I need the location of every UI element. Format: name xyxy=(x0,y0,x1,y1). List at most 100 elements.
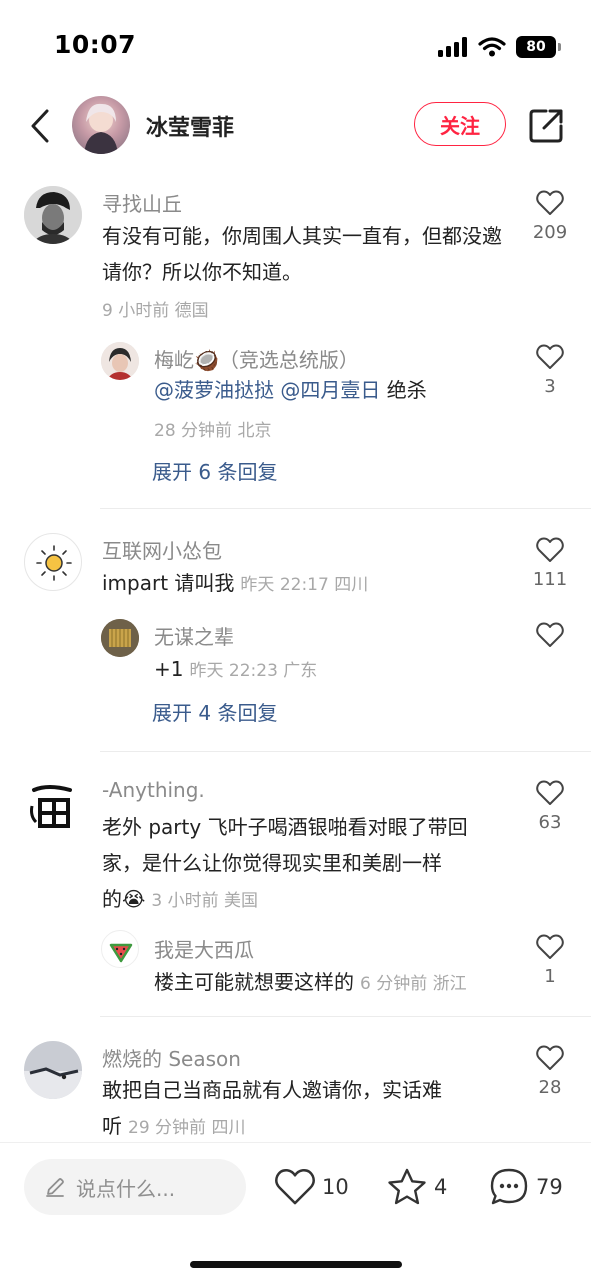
comment-like-button[interactable]: 63 xyxy=(528,780,572,833)
comment-like-count: 209 xyxy=(532,222,568,243)
comment-username[interactable]: 寻找山丘 xyxy=(102,188,182,217)
comment-like-button[interactable]: 111 xyxy=(528,537,572,590)
post-comment-count: 79 xyxy=(536,1175,563,1199)
home-indicator[interactable] xyxy=(190,1261,402,1268)
calligraphy-avatar-image xyxy=(24,776,82,834)
comment-meta: 3 小时前 美国 xyxy=(151,891,258,911)
divider xyxy=(100,1016,591,1017)
comment-like-count: 63 xyxy=(538,812,562,833)
comment-like-button[interactable]: 209 xyxy=(528,190,572,243)
expand-replies-link[interactable]: 展开 4 条回复 xyxy=(152,697,277,726)
star-icon xyxy=(388,1168,426,1205)
reply-avatar[interactable] xyxy=(101,930,139,968)
comment-text-line: 家，是什么让你觉得现实里和美剧一样 xyxy=(102,851,442,875)
comment-like-button[interactable]: 28 xyxy=(528,1045,572,1098)
back-button[interactable] xyxy=(22,106,58,146)
like-post-button[interactable]: 10 xyxy=(274,1165,349,1209)
reply-meta: 28 分钟前 北京 xyxy=(154,421,272,441)
author-avatar-image xyxy=(84,103,118,154)
reply-text[interactable]: 楼主可能就想要这样的 6 分钟前 浙江 xyxy=(154,964,514,1002)
comment-input-placeholder: 说点什么... xyxy=(76,1176,176,1201)
status-time: 10:07 xyxy=(54,30,137,59)
heart-icon xyxy=(536,780,564,805)
comment-meta: 9 小时前 德国 xyxy=(102,301,209,321)
comment-text[interactable]: 老外 party 飞叶子喝酒银啪看对眼了带回 家，是什么让你觉得现实里和美剧一样… xyxy=(102,809,512,919)
comment-avatar[interactable] xyxy=(24,186,82,244)
post-like-count: 10 xyxy=(322,1175,349,1199)
avatar-image xyxy=(101,619,139,657)
comment-avatar[interactable] xyxy=(24,533,82,591)
reply-like-button[interactable] xyxy=(528,622,572,648)
signal-icon xyxy=(438,37,467,57)
reply-username[interactable]: 我是大西瓜 xyxy=(154,934,254,963)
sun-avatar-image xyxy=(36,545,72,581)
heart-icon xyxy=(536,934,564,959)
comment-item: 燃烧的 Season 敢把自己当商品就有人邀请你，实话难 听 29 分钟前 四川 … xyxy=(0,1041,591,1141)
battery-icon: 80 xyxy=(516,36,556,58)
comment-username[interactable]: 燃烧的 Season xyxy=(102,1043,241,1072)
reply-like-button[interactable]: 1 xyxy=(528,934,572,987)
comment-bubble-icon xyxy=(490,1168,528,1205)
heart-icon xyxy=(536,537,564,562)
bottom-action-bar: 说点什么... 10 4 79 xyxy=(0,1142,591,1280)
divider xyxy=(100,751,591,752)
comment-username[interactable]: -Anything. xyxy=(102,778,205,802)
reply-text-content: 楼主可能就想要这样的 xyxy=(154,970,354,994)
mention-link[interactable]: @菠萝油挞挞 xyxy=(154,378,274,402)
heart-icon xyxy=(536,190,564,215)
comment-text-last-line: 的😭 3 小时前 美国 xyxy=(102,881,512,919)
battery-tip xyxy=(558,43,561,51)
comment-input[interactable]: 说点什么... xyxy=(24,1159,246,1215)
comment-text-line: 听 xyxy=(102,1114,122,1138)
reply-meta: 6 分钟前 浙江 xyxy=(360,974,467,994)
reply-username[interactable]: 无谋之辈 xyxy=(154,621,234,650)
expand-replies-link[interactable]: 展开 6 条回复 xyxy=(152,456,277,485)
header: 冰莹雪菲 关注 xyxy=(0,88,591,164)
comment-text[interactable]: 敢把自己当商品就有人邀请你，实话难 听 29 分钟前 四川 xyxy=(102,1072,512,1146)
heart-icon xyxy=(536,622,564,647)
comment-text-line: 敢把自己当商品就有人邀请你，实话难 xyxy=(102,1078,442,1102)
reply-meta: 昨天 22:23 广东 xyxy=(189,661,318,681)
wifi-icon xyxy=(478,37,506,57)
reply-avatar[interactable] xyxy=(101,619,139,657)
reply-like-count: 3 xyxy=(544,376,556,397)
follow-button[interactable]: 关注 xyxy=(414,102,506,146)
comment-text[interactable]: 有没有可能，你周围人其实一直有，但都没邀请你？所以你不知道。 xyxy=(102,218,502,290)
reply-text[interactable]: +1 昨天 22:23 广东 xyxy=(154,651,514,689)
reply-avatar[interactable] xyxy=(101,342,139,380)
back-icon xyxy=(31,109,49,143)
reply-like-button[interactable]: 3 xyxy=(528,344,572,397)
heart-icon xyxy=(275,1168,315,1205)
mention-link[interactable]: @四月壹日 xyxy=(280,378,380,402)
reply-username[interactable]: 梅屹🥥（竞选总统版） xyxy=(154,344,359,373)
pencil-icon xyxy=(46,1178,64,1197)
comment-text[interactable]: impart 请叫我 昨天 22:17 四川 xyxy=(102,565,502,603)
status-icons: 80 xyxy=(438,35,561,59)
comment-text-last-line: 听 29 分钟前 四川 xyxy=(102,1108,512,1146)
heart-icon xyxy=(536,344,564,369)
comment-item: -Anything. 老外 party 飞叶子喝酒银啪看对眼了带回 家，是什么让… xyxy=(0,776,591,1006)
comment-item: 寻找山丘 有没有可能，你周围人其实一直有，但都没邀请你？所以你不知道。 9 小时… xyxy=(0,186,591,506)
avatar-image xyxy=(24,1041,82,1099)
divider xyxy=(100,508,591,509)
author-avatar[interactable] xyxy=(72,96,130,154)
reply-text-content: 绝杀 xyxy=(386,378,427,402)
comment-avatar[interactable] xyxy=(24,1041,82,1099)
comment-text-line: 老外 party 飞叶子喝酒银啪看对眼了带回 xyxy=(102,815,468,839)
comment-username[interactable]: 互联网小怂包 xyxy=(102,535,222,564)
comment-item: 互联网小怂包 impart 请叫我 昨天 22:17 四川 111 无谋之辈 +1… xyxy=(0,533,591,745)
status-bar: 10:07 80 xyxy=(0,0,591,88)
author-name[interactable]: 冰莹雪菲 xyxy=(146,110,234,142)
comment-avatar[interactable] xyxy=(24,776,82,834)
share-button[interactable] xyxy=(526,106,566,146)
comment-post-button[interactable]: 79 xyxy=(488,1165,563,1209)
comment-like-count: 28 xyxy=(538,1077,562,1098)
avatar-image xyxy=(101,342,139,380)
comment-text-content: impart 请叫我 xyxy=(102,571,235,595)
comment-text-line: 的😭 xyxy=(102,887,146,911)
reply-text[interactable]: @菠萝油挞挞 @四月壹日 绝杀 xyxy=(154,372,514,408)
reply-text-content: +1 xyxy=(154,657,184,681)
collect-post-button[interactable]: 4 xyxy=(386,1165,447,1209)
comment-meta: 昨天 22:17 四川 xyxy=(240,575,369,595)
post-collect-count: 4 xyxy=(434,1175,448,1199)
